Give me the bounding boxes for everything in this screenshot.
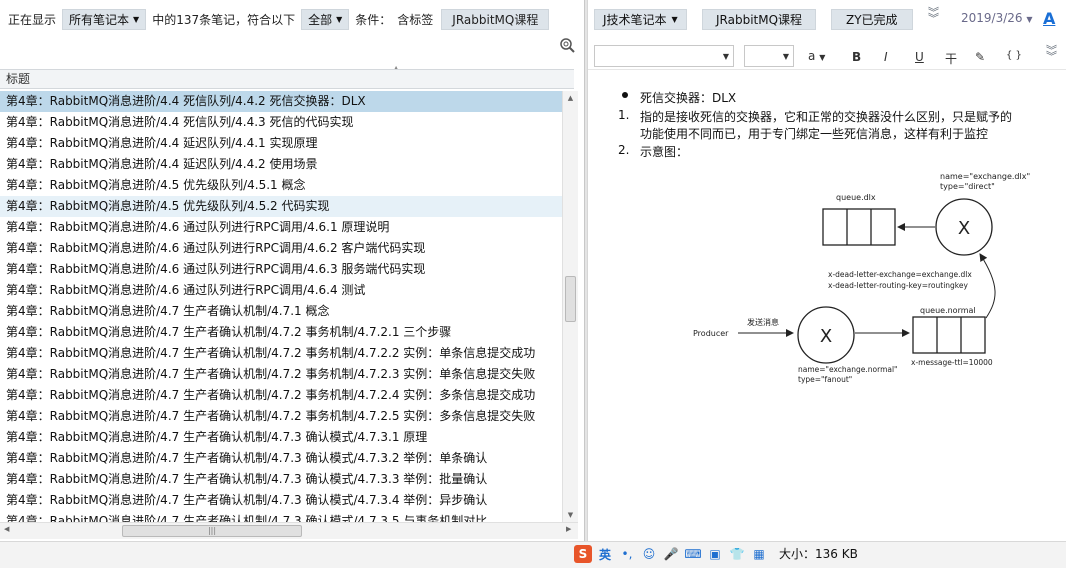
queue-dlx-label: queue.dlx xyxy=(836,193,876,202)
item2-number: 2. xyxy=(618,143,630,157)
item2-text: 示意图： xyxy=(640,145,689,159)
note-list-row[interactable]: 第4章：RabbitMQ消息进阶/4.7 生产者确认机制/4.7.2 事务机制/… xyxy=(0,385,562,406)
match-select[interactable]: 全部 ▼ xyxy=(301,8,350,30)
grid-menu-icon[interactable]: ▦ xyxy=(750,545,768,563)
ttl-label: x-message-ttl=10000 xyxy=(911,358,993,367)
queue-normal-box xyxy=(912,316,986,354)
dead-letter-key-label: x-dead-letter-routing-key=routingkey xyxy=(828,281,968,290)
note-list-pane: 正在显示 所有笔记本 ▼ 中的137条笔记，符合以下 全部 ▼ 条件： 含标签 JR… xyxy=(0,0,584,541)
chevron-down-icon: ▼ xyxy=(336,14,343,24)
note-count-text: 中的137条笔记，符合以下 xyxy=(152,12,296,27)
note-list-row[interactable]: 第4章：RabbitMQ消息进阶/4.7 生产者确认机制/4.7.3 确认模式/… xyxy=(0,427,562,448)
dlx-exchange-node: X xyxy=(935,198,993,256)
search-icon[interactable] xyxy=(558,37,576,55)
queue-dlx-box xyxy=(822,208,896,246)
note-list-row[interactable]: 第4章：RabbitMQ消息进阶/4.4 死信队列/4.4.3 死信的代码实现 xyxy=(0,112,562,133)
dlx-name-label: name="exchange.dlx" xyxy=(940,172,1030,181)
note-body[interactable]: 死信交换器：DLX 1. 指的是接收死信的交换器，它和正常的交换器没什么区别，只… xyxy=(588,0,1066,460)
arrow-queue-to-dlx xyxy=(979,253,996,319)
item1-number: 1. xyxy=(618,108,630,122)
normal-exchange-node: X xyxy=(797,306,855,364)
note-list-row[interactable]: 第4章：RabbitMQ消息进阶/4.4 延迟队列/4.4.2 使用场景 xyxy=(0,154,562,175)
punctuation-icon[interactable]: •, xyxy=(618,545,636,563)
scroll-down-icon[interactable]: ▼ xyxy=(563,508,578,522)
note-list-row[interactable]: 第4章：RabbitMQ消息进阶/4.7 生产者确认机制/4.7.1 概念 xyxy=(0,301,562,322)
normal-x-label: X xyxy=(820,326,832,347)
note-list-row[interactable]: 第4章：RabbitMQ消息进阶/4.6 通过队列进行RPC调用/4.6.1 原… xyxy=(0,217,562,238)
horizontal-scrollbar[interactable]: ◀ ||| ▶ xyxy=(0,522,578,539)
dead-letter-exchange-label: x-dead-letter-exchange=exchange.dlx xyxy=(828,270,972,279)
column-header-title[interactable]: 标题 xyxy=(0,69,574,89)
sogou-logo-icon[interactable]: S xyxy=(574,545,592,563)
note-list-row[interactable]: 第4章：RabbitMQ消息进阶/4.4 延迟队列/4.4.1 实现原理 xyxy=(0,133,562,154)
keyboard-icon[interactable]: ⌨ xyxy=(684,545,702,563)
note-list-row[interactable]: 第4章：RabbitMQ消息进阶/4.7 生产者确认机制/4.7.3 确认模式/… xyxy=(0,448,562,469)
item1-line1: 指的是接收死信的交换器，它和正常的交换器没什么区别，只是赋予的 xyxy=(640,110,1013,124)
vertical-scrollbar[interactable]: ▲ ▼ xyxy=(562,91,578,522)
filter-bar: 正在显示 所有笔记本 ▼ 中的137条笔记，符合以下 全部 ▼ 条件： 含标签 JR… xyxy=(8,8,550,30)
normal-name-label: name="exchange.normal" xyxy=(798,365,898,374)
scroll-right-icon[interactable]: ▶ xyxy=(566,525,571,533)
send-message-label: 发送消息 xyxy=(747,317,779,327)
showing-label: 正在显示 xyxy=(8,12,57,27)
filter-tag[interactable]: JRabbitMQ课程 xyxy=(441,8,550,30)
note-list-row[interactable]: 第4章：RabbitMQ消息进阶/4.5 优先级队列/4.5.1 概念 xyxy=(0,175,562,196)
normal-type-label: type="fanout" xyxy=(798,375,852,384)
status-bar xyxy=(0,541,1066,568)
scrollbar-thumb[interactable]: ||| xyxy=(122,525,302,537)
bullet-dot xyxy=(622,92,628,98)
producer-label: Producer xyxy=(693,329,729,338)
queue-normal-label: queue.normal xyxy=(920,306,976,315)
skin-shirt-icon[interactable]: 👕 xyxy=(728,545,746,563)
note-list-row[interactable]: 第4章：RabbitMQ消息进阶/4.7 生产者确认机制/4.7.2 事务机制/… xyxy=(0,364,562,385)
note-editor-pane: J技术笔记本 ▼ JRabbitMQ课程 ZY已完成 ︾ ︾ 2019/3/26 ▼… xyxy=(588,0,1066,541)
scrollbar-thumb[interactable] xyxy=(565,276,576,322)
match-select-value: 全部 xyxy=(308,12,333,27)
note-list-row[interactable]: 第4章：RabbitMQ消息进阶/4.7 生产者确认机制/4.7.2 事务机制/… xyxy=(0,406,562,427)
chevron-down-icon: ▼ xyxy=(133,14,140,24)
emoji-icon[interactable]: ☺ xyxy=(640,545,658,563)
ime-language-toggle[interactable]: 英 xyxy=(596,545,614,563)
dlx-type-label: type="direct" xyxy=(940,182,995,191)
scroll-up-icon[interactable]: ▲ xyxy=(563,91,578,105)
note-list-row[interactable]: 第4章：RabbitMQ消息进阶/4.4 死信队列/4.4.2 死信交换器：DL… xyxy=(0,91,562,112)
item1-line2: 功能使用不同而已，用于专门绑定一些死信消息，这样有利于监控 xyxy=(640,127,989,141)
note-list-row[interactable]: 第4章：RabbitMQ消息进阶/4.7 生产者确认机制/4.7.3 确认模式/… xyxy=(0,490,562,511)
scroll-left-icon[interactable]: ◀ xyxy=(4,525,9,533)
note-list-row[interactable]: 第4章：RabbitMQ消息进阶/4.6 通过队列进行RPC调用/4.6.4 测… xyxy=(0,280,562,301)
notebook-select-value: 所有笔记本 xyxy=(69,12,130,27)
note-list-row[interactable]: 第4章：RabbitMQ消息进阶/4.7 生产者确认机制/4.7.2 事务机制/… xyxy=(0,322,562,343)
condition-label: 条件： xyxy=(355,12,392,27)
note-list-row[interactable]: 第4章：RabbitMQ消息进阶/4.7 生产者确认机制/4.7.3 确认模式/… xyxy=(0,469,562,490)
note-list: 第4章：RabbitMQ消息进阶/4.4 死信队列/4.4.2 死信交换器：DL… xyxy=(0,91,562,522)
microphone-icon[interactable]: 🎤 xyxy=(662,545,680,563)
note-list-row[interactable]: 第4章：RabbitMQ消息进阶/4.7 生产者确认机制/4.7.3 确认模式/… xyxy=(0,511,562,522)
note-list-row[interactable]: 第4章：RabbitMQ消息进阶/4.6 通过队列进行RPC调用/4.6.3 服… xyxy=(0,259,562,280)
notebook-select[interactable]: 所有笔记本 ▼ xyxy=(62,8,147,30)
dlx-diagram: name="exchange.dlx" type="direct" queue.… xyxy=(693,172,1030,384)
ime-toolbar: S 英 •, ☺ 🎤 ⌨ ▣ 👕 ▦ xyxy=(574,543,768,565)
note-list-row[interactable]: 第4章：RabbitMQ消息进阶/4.6 通过队列进行RPC调用/4.6.2 客… xyxy=(0,238,562,259)
bullet-text: 死信交换器：DLX xyxy=(640,91,737,105)
toolbox-icon[interactable]: ▣ xyxy=(706,545,724,563)
has-tag-label: 含标签 xyxy=(397,12,434,27)
dlx-x-label: X xyxy=(958,218,970,239)
note-list-row[interactable]: 第4章：RabbitMQ消息进阶/4.5 优先级队列/4.5.2 代码实现 xyxy=(0,196,562,217)
note-list-row[interactable]: 第4章：RabbitMQ消息进阶/4.7 生产者确认机制/4.7.2 事务机制/… xyxy=(0,343,562,364)
note-size: 大小：136 KB xyxy=(779,547,858,561)
